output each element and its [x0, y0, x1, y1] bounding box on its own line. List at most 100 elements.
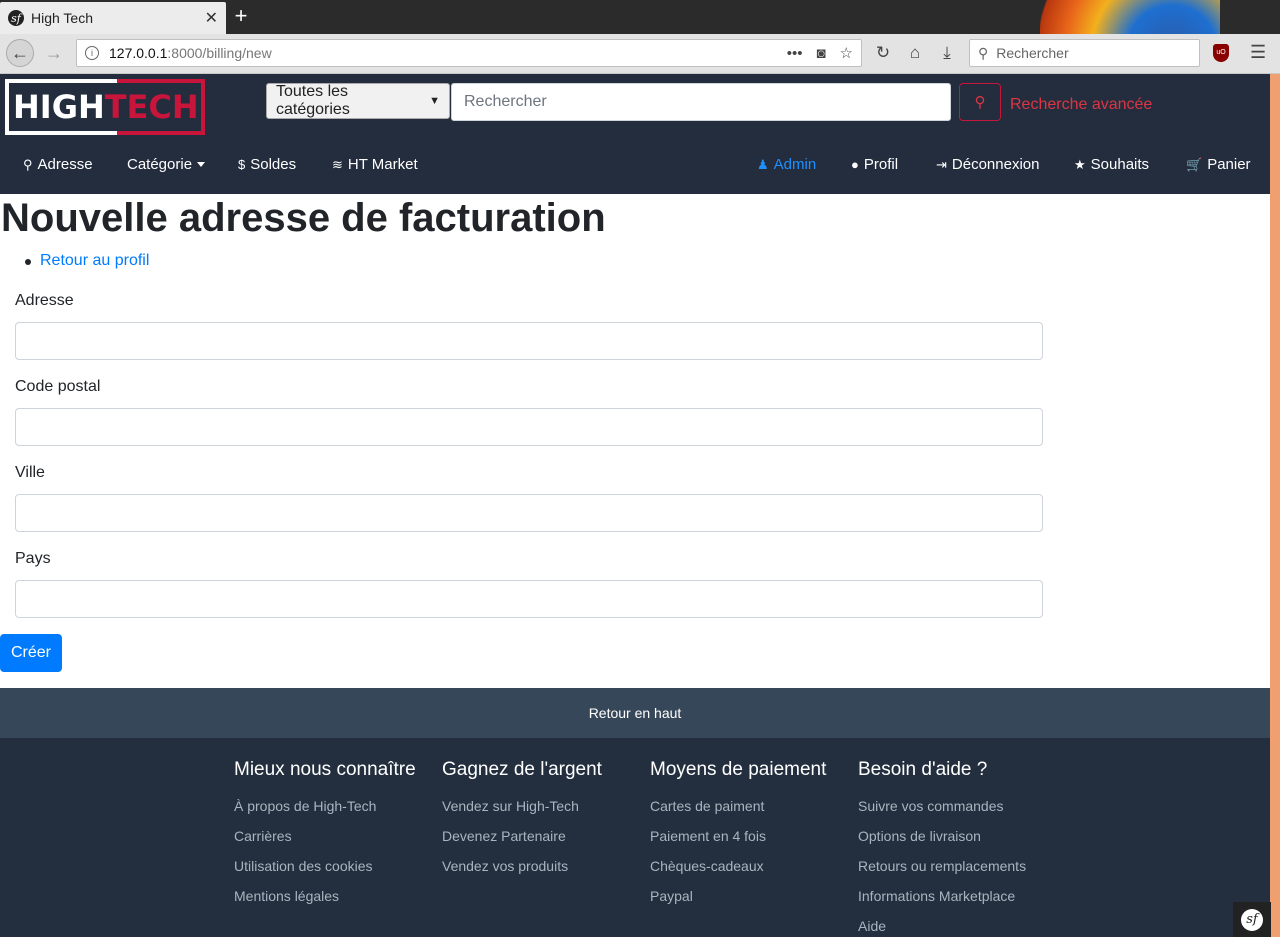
dollar-icon: $	[238, 157, 246, 172]
address-label: Adresse	[15, 292, 74, 309]
category-select[interactable]: Toutes les catégories ▼	[266, 83, 450, 119]
back-to-profile-link[interactable]: Retour au profil	[40, 252, 149, 270]
category-select-value: Toutes les catégories	[276, 83, 350, 118]
footer-link[interactable]: Paypal	[650, 881, 850, 911]
footer-column: Moyens de paiement Cartes de paiment Pai…	[650, 758, 850, 911]
postal-code-input[interactable]	[15, 408, 1043, 446]
back-to-top-button[interactable]: Retour en haut	[0, 688, 1270, 738]
footer-link[interactable]: Vendez sur High-Tech	[442, 791, 642, 821]
footer-link[interactable]: Mentions légales	[234, 881, 434, 911]
search-icon: ⚲	[974, 94, 986, 111]
footer-link[interactable]: Utilisation des cookies	[234, 851, 434, 881]
menu-label: Soldes	[250, 156, 297, 173]
menu-item-profil[interactable]: ● Profil	[851, 156, 898, 173]
browser-tab-bar: sf High Tech ✕ +	[0, 0, 1280, 74]
footer-column: Mieux nous connaître À propos de High-Te…	[234, 758, 434, 911]
search-icon: ⚲	[978, 44, 989, 61]
menu-hamburger-icon[interactable]: ☰	[1250, 42, 1266, 63]
menu-item-panier[interactable]: 🛒 Panier	[1186, 156, 1251, 173]
menu-item-ht-market[interactable]: ≋ HT Market	[332, 156, 418, 173]
browser-search-placeholder: Rechercher	[996, 45, 1069, 61]
footer-link[interactable]: Chèques-cadeaux	[650, 851, 850, 881]
footer-link[interactable]: À propos de High-Tech	[234, 791, 434, 821]
menu-item-admin[interactable]: ♟ Admin	[757, 156, 816, 173]
menu-item-categorie[interactable]: Catégorie	[127, 156, 206, 173]
tab-title: High Tech	[31, 10, 94, 26]
footer-link[interactable]: Devenez Partenaire	[442, 821, 642, 851]
city-label: Ville	[15, 464, 45, 481]
advanced-search-link[interactable]: Recherche avancée	[1010, 96, 1152, 114]
browser-tab[interactable]: sf High Tech ✕	[0, 2, 226, 34]
url-bar[interactable]: i 127.0.0.1 :8000/billing/new ••• ◙ ☆	[76, 39, 862, 67]
scrollbar[interactable]	[1270, 74, 1280, 937]
footer-column: Gagnez de l'argent Vendez sur High-Tech …	[442, 758, 642, 881]
footer-link[interactable]: Options de livraison	[858, 821, 1058, 851]
create-button[interactable]: Créer	[0, 634, 62, 672]
sign-out-icon: ⇥	[936, 156, 947, 172]
symfony-favicon-icon: sf	[8, 10, 24, 26]
home-icon[interactable]: ⌂	[904, 43, 926, 63]
footer-link[interactable]: Cartes de paiment	[650, 791, 850, 821]
menu-item-adresse[interactable]: ⚲ Adresse	[23, 156, 93, 173]
footer-link[interactable]: Carrières	[234, 821, 434, 851]
menu-label: Adresse	[37, 156, 93, 173]
new-tab-button[interactable]: +	[230, 4, 252, 28]
menu-item-souhaits[interactable]: ★ Souhaits	[1074, 156, 1149, 173]
coins-icon: ≋	[332, 156, 343, 172]
menu-label: Catégorie	[127, 156, 193, 173]
footer-column-title: Mieux nous connaître	[234, 759, 416, 780]
forward-arrow-icon[interactable]: →	[40, 39, 68, 67]
info-icon[interactable]: i	[85, 46, 99, 60]
page-title: Nouvelle adresse de facturation	[1, 196, 606, 240]
user-icon: ●	[851, 157, 859, 172]
cart-icon: 🛒	[1186, 156, 1203, 172]
menu-item-deconnexion[interactable]: ⇥ Déconnexion	[936, 156, 1039, 173]
country-input[interactable]	[15, 580, 1043, 618]
menu-label: Souhaits	[1090, 156, 1150, 173]
main-menu: ⚲ Adresse Catégorie $ Soldes ≋ HT Market…	[0, 154, 1270, 176]
menu-item-soldes[interactable]: $ Soldes	[238, 156, 296, 173]
footer-link[interactable]: Retours ou remplacements	[858, 851, 1058, 881]
pocket-icon[interactable]: ◙	[816, 45, 825, 62]
map-marker-icon: ⚲	[23, 156, 33, 172]
bookmark-star-icon[interactable]: ☆	[840, 44, 853, 62]
symfony-toolbar-icon[interactable]: sf	[1233, 902, 1271, 937]
site-logo[interactable]: HIGH TECH	[5, 79, 205, 135]
star-icon: ★	[1074, 156, 1086, 172]
chevron-down-icon: ▼	[429, 95, 440, 107]
site-footer: Mieux nous connaître À propos de High-Te…	[0, 738, 1270, 937]
footer-link[interactable]: Informations Marketplace	[858, 881, 1058, 911]
browser-search-input[interactable]: ⚲ Rechercher	[969, 39, 1200, 67]
reload-icon[interactable]: ↻	[872, 43, 894, 63]
browser-toolbar: ← → i 127.0.0.1 :8000/billing/new ••• ◙ …	[0, 34, 1280, 74]
footer-column: Besoin d'aide ? Suivre vos commandes Opt…	[858, 758, 1058, 937]
search-button[interactable]: ⚲	[959, 83, 1001, 121]
menu-label: Admin	[773, 156, 817, 173]
footer-link[interactable]: Suivre vos commandes	[858, 791, 1058, 821]
download-icon[interactable]: ⤓	[936, 43, 958, 63]
back-arrow-icon[interactable]: ←	[6, 39, 34, 67]
url-path: :8000/billing/new	[167, 45, 272, 61]
footer-column-title: Besoin d'aide ?	[858, 759, 988, 780]
footer-link[interactable]: Aide	[858, 911, 1058, 937]
menu-label: HT Market	[347, 156, 418, 173]
footer-link[interactable]: Paiement en 4 fois	[650, 821, 850, 851]
site-search-input[interactable]: Rechercher	[451, 83, 951, 121]
postal-code-label: Code postal	[15, 378, 101, 395]
address-input[interactable]	[15, 322, 1043, 360]
menu-label: Profil	[863, 156, 899, 173]
admin-icon: ♟	[757, 156, 769, 172]
caret-icon	[197, 162, 206, 167]
tab-close-icon[interactable]: ✕	[205, 8, 218, 28]
country-label: Pays	[15, 550, 51, 567]
ublock-icon[interactable]: uO	[1213, 44, 1229, 62]
site-header: HIGH TECH Toutes les catégories ▼ Recherc…	[0, 74, 1270, 194]
footer-column-title: Gagnez de l'argent	[442, 759, 602, 780]
bullet	[25, 259, 31, 265]
more-actions-icon[interactable]: •••	[787, 45, 803, 62]
site-search-placeholder: Rechercher	[464, 93, 547, 110]
city-input[interactable]	[15, 494, 1043, 532]
footer-link[interactable]: Vendez vos produits	[442, 851, 642, 881]
logo-high: HIGH	[13, 88, 105, 126]
footer-column-title: Moyens de paiement	[650, 759, 827, 780]
